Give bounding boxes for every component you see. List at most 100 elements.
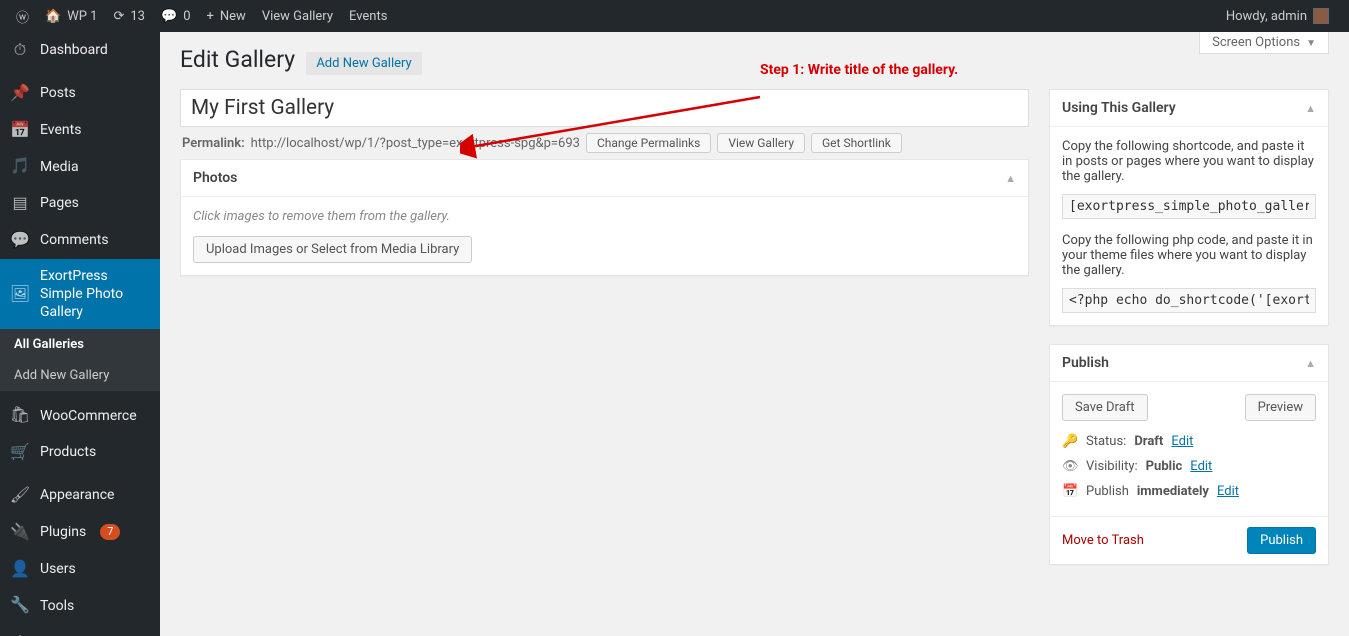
- status-label: Status:: [1086, 434, 1126, 449]
- gallery-icon: 🖼: [10, 284, 30, 305]
- status-value: Draft: [1134, 434, 1163, 449]
- triangle-up-icon[interactable]: ▲: [1305, 102, 1316, 115]
- publish-box: Publish ▲ Save Draft Preview 🔑 Status: D…: [1049, 344, 1329, 565]
- comments-count: 0: [183, 9, 190, 24]
- edit-visibility-link[interactable]: Edit: [1190, 459, 1212, 474]
- admin-bar: ⓦ 🏠WP 1 ⟳13 💬0 +New View Gallery Events …: [0, 0, 1349, 32]
- screen-options-toggle[interactable]: Screen Options ▼: [1199, 32, 1329, 54]
- shortcode-input[interactable]: [1062, 194, 1316, 219]
- refresh-icon: ⟳: [113, 9, 124, 24]
- permalink-label: Permalink:: [182, 136, 245, 151]
- view-gallery-button[interactable]: View Gallery: [717, 133, 805, 153]
- submenu-all-galleries[interactable]: All Galleries: [0, 329, 160, 360]
- updates-link[interactable]: ⟳ 13: [105, 0, 153, 32]
- phpcode-instructions: Copy the following php code, and paste i…: [1062, 233, 1316, 278]
- sidebar-submenu: All Galleries Add New Gallery: [0, 329, 160, 391]
- publish-button[interactable]: Publish: [1247, 527, 1316, 554]
- home-icon: 🏠: [45, 9, 61, 24]
- using-gallery-header[interactable]: Using This Gallery ▲: [1050, 90, 1328, 127]
- gear-icon: ⚙: [10, 632, 30, 636]
- woo-icon: 🛍: [10, 405, 30, 426]
- sidebar-item-comments[interactable]: 💬 Comments: [0, 222, 160, 259]
- media-icon: 🎵: [10, 156, 30, 177]
- label: Dashboard: [40, 41, 108, 59]
- label: Products: [40, 443, 96, 461]
- publish-title: Publish: [1062, 355, 1109, 371]
- comment-icon: 💬: [10, 230, 30, 251]
- sidebar-item-users[interactable]: 👤Users: [0, 551, 160, 588]
- sidebar-item-plugins[interactable]: 🔌Plugins7: [0, 514, 160, 551]
- submenu-add-new[interactable]: Add New Gallery: [0, 360, 160, 391]
- wordpress-icon: ⓦ: [16, 7, 29, 26]
- visibility-row: 👁 Visibility: Public Edit: [1062, 454, 1316, 479]
- sidebar-item-pages[interactable]: ▤ Pages: [0, 185, 160, 222]
- sidebar-item-appearance[interactable]: 🖌Appearance: [0, 477, 160, 514]
- get-shortlink-button[interactable]: Get Shortlink: [811, 133, 902, 153]
- site-name: WP 1: [67, 9, 97, 24]
- permalink-url: http://localhost/wp/1/?post_type=exortpr…: [251, 136, 580, 151]
- sidebar-item-products[interactable]: 🛒Products: [0, 434, 160, 471]
- sidebar-item-dashboard[interactable]: ⏱ Dashboard: [0, 32, 160, 69]
- publish-value: immediately: [1137, 484, 1209, 499]
- dashboard-icon: ⏱: [10, 40, 30, 61]
- edit-schedule-link[interactable]: Edit: [1217, 484, 1239, 499]
- comment-icon: 💬: [161, 9, 177, 24]
- screen-options-label: Screen Options: [1212, 35, 1300, 50]
- move-to-trash-link[interactable]: Move to Trash: [1062, 533, 1144, 548]
- page-title: Edit Gallery: [180, 46, 295, 73]
- label: Posts: [40, 84, 76, 102]
- upload-images-button[interactable]: Upload Images or Select from Media Libra…: [193, 236, 472, 263]
- add-new-gallery-button[interactable]: Add New Gallery: [306, 52, 421, 75]
- admin-sidebar: ⏱Dashboard 📌Posts 📅Events 🎵Media ▤Pages …: [0, 32, 160, 636]
- brush-icon: 🖌: [10, 485, 30, 506]
- events-link[interactable]: Events: [341, 0, 395, 32]
- label: Users: [40, 560, 76, 578]
- wrench-icon: 🔧: [10, 595, 30, 616]
- label: ExortPress Simple Photo Gallery: [40, 267, 150, 322]
- schedule-row: 📅 Publish immediately Edit: [1062, 479, 1316, 504]
- permalink-row: Permalink: http://localhost/wp/1/?post_t…: [180, 127, 1029, 159]
- triangle-up-icon[interactable]: ▲: [1005, 172, 1016, 185]
- label: Events: [40, 121, 81, 139]
- eye-icon: 👁: [1062, 459, 1078, 474]
- key-icon: 🔑: [1062, 434, 1078, 449]
- plugins-badge: 7: [100, 524, 120, 540]
- comments-link[interactable]: 💬0: [153, 0, 199, 32]
- sidebar-item-exortpress[interactable]: 🖼 ExortPress Simple Photo Gallery: [0, 259, 160, 330]
- label: Pages: [40, 194, 79, 212]
- using-gallery-title: Using This Gallery: [1062, 100, 1176, 116]
- phpcode-input[interactable]: [1062, 288, 1316, 313]
- sidebar-item-events[interactable]: 📅Events: [0, 112, 160, 149]
- label: Media: [40, 158, 79, 176]
- label: Plugins: [40, 523, 86, 541]
- howdy-text: Howdy, admin: [1226, 9, 1307, 24]
- gallery-title-input[interactable]: [180, 89, 1029, 127]
- wp-logo[interactable]: ⓦ: [8, 0, 37, 32]
- publish-header[interactable]: Publish ▲: [1050, 345, 1328, 382]
- preview-button[interactable]: Preview: [1245, 394, 1316, 421]
- triangle-up-icon[interactable]: ▲: [1305, 357, 1316, 370]
- sidebar-item-woocommerce[interactable]: 🛍 WooCommerce: [0, 397, 160, 434]
- edit-status-link[interactable]: Edit: [1171, 434, 1193, 449]
- photos-box-title: Photos: [193, 170, 237, 186]
- page-icon: ▤: [10, 193, 30, 214]
- label: WooCommerce: [40, 407, 137, 425]
- visibility-value: Public: [1146, 459, 1183, 474]
- sidebar-item-tools[interactable]: 🔧Tools: [0, 587, 160, 624]
- sidebar-item-settings[interactable]: ⚙Settings: [0, 624, 160, 636]
- updates-count: 13: [130, 9, 145, 24]
- view-gallery-link[interactable]: View Gallery: [254, 0, 341, 32]
- plus-icon: +: [207, 9, 214, 24]
- photos-box-header[interactable]: Photos ▲: [181, 160, 1028, 197]
- chevron-down-icon: ▼: [1306, 38, 1316, 49]
- howdy-link[interactable]: Howdy, admin: [1218, 0, 1337, 32]
- change-permalinks-button[interactable]: Change Permalinks: [586, 133, 711, 153]
- shortcode-instructions: Copy the following shortcode, and paste …: [1062, 139, 1316, 184]
- new-link[interactable]: +New: [199, 0, 254, 32]
- label: Comments: [40, 231, 109, 249]
- site-link[interactable]: 🏠 WP 1: [37, 0, 105, 32]
- save-draft-button[interactable]: Save Draft: [1062, 394, 1148, 421]
- publish-label: Publish: [1086, 484, 1129, 499]
- sidebar-item-posts[interactable]: 📌Posts: [0, 75, 160, 112]
- sidebar-item-media[interactable]: 🎵 Media: [0, 148, 160, 185]
